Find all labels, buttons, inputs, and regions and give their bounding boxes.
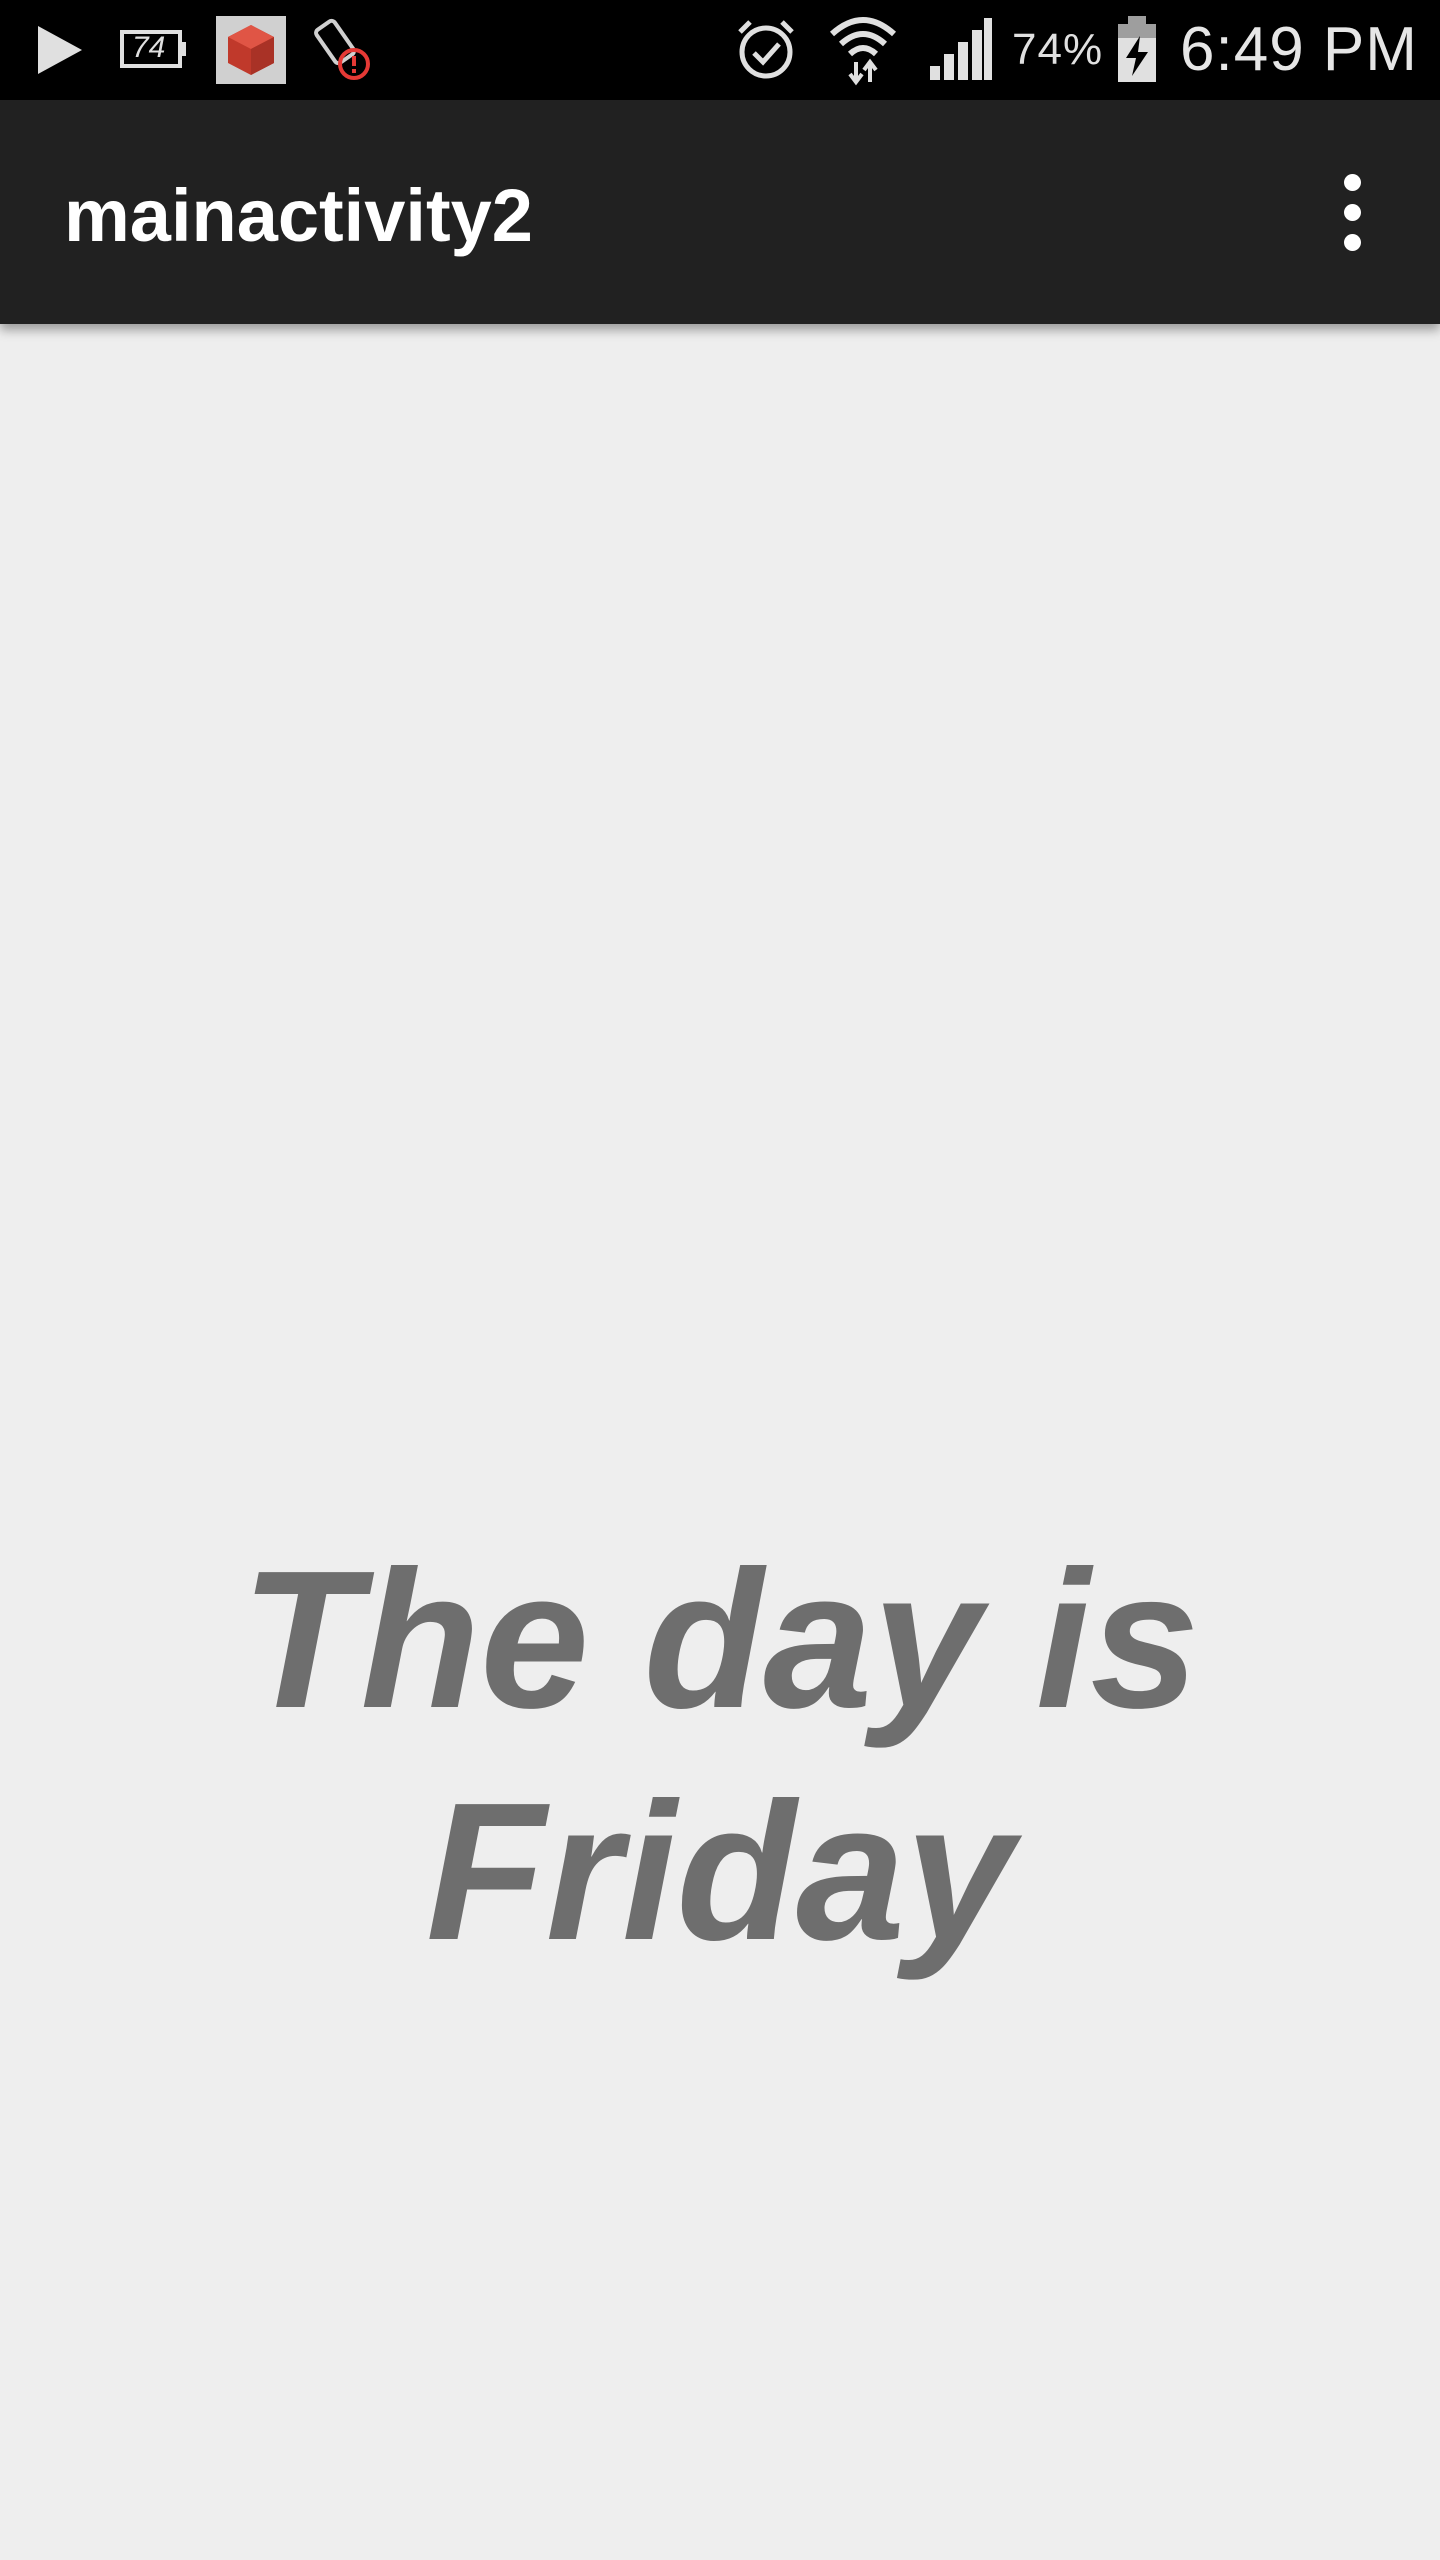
- main-content: The day is Friday: [0, 324, 1440, 2560]
- more-vert-icon[interactable]: [1318, 156, 1386, 268]
- overflow-dot: [1343, 233, 1361, 251]
- battery-percent: 74%: [1012, 25, 1104, 74]
- app-title: mainactivity2: [64, 174, 533, 257]
- overflow-dot: [1343, 203, 1361, 221]
- alarm-icon: [732, 16, 800, 84]
- battery-74-icon: 74: [118, 22, 190, 76]
- status-bar: 74 74% 6:49 PM: [0, 0, 1440, 100]
- overflow-dot: [1343, 173, 1361, 191]
- battery-warning-icon: [314, 16, 376, 82]
- day-message: The day is Friday: [240, 1530, 1200, 1981]
- status-bar-clock: 6:49 PM: [1180, 15, 1418, 84]
- wifi-icon: [828, 12, 898, 86]
- red-cube-app-icon: [216, 16, 286, 84]
- battery-charging-icon: [1114, 14, 1160, 84]
- app-bar: mainactivity2: [0, 100, 1440, 324]
- cellular-signal-icon: [926, 16, 994, 82]
- battery-74-label: 74: [132, 31, 166, 64]
- play-store-icon: [30, 22, 86, 78]
